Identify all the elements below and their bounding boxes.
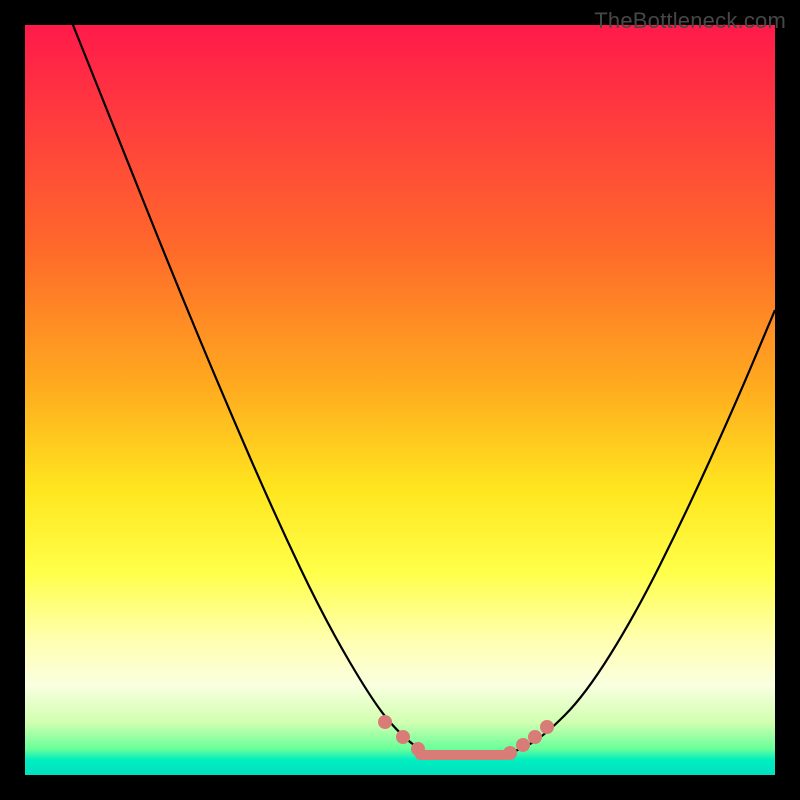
marker-dot (503, 746, 517, 760)
marker-dot (378, 715, 392, 729)
chart-svg (25, 25, 775, 775)
marker-dot (396, 730, 410, 744)
marker-dot (411, 742, 425, 756)
marker-dot (516, 738, 530, 752)
right-curve-path (485, 310, 775, 755)
left-curve-path (73, 25, 445, 755)
marker-dot (540, 720, 554, 734)
marker-dot (528, 730, 542, 744)
